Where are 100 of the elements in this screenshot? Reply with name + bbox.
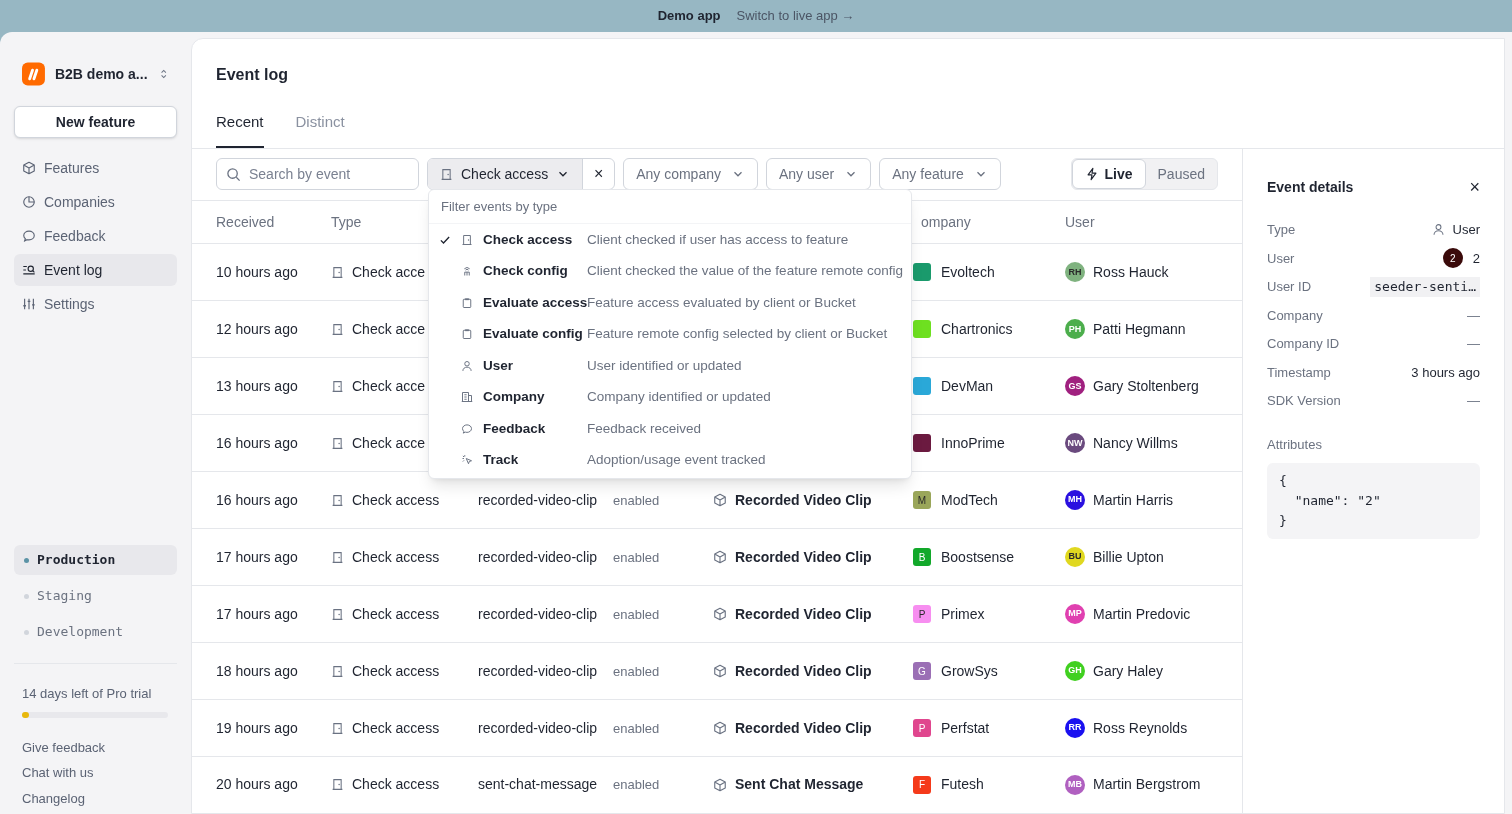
sidebar-link[interactable]: Chat with us bbox=[22, 763, 169, 783]
field-label: SDK Version bbox=[1267, 392, 1341, 410]
menu-item[interactable]: Feedback Feedback received bbox=[429, 413, 911, 445]
nav-item[interactable]: Event log bbox=[14, 254, 177, 286]
status-text: enabled bbox=[613, 492, 660, 508]
table-cell-text: Check access bbox=[352, 547, 440, 567]
menu-item[interactable]: Check access Client checked if user has access to feature bbox=[429, 224, 911, 256]
user-name: Ross Reynolds bbox=[1093, 718, 1188, 738]
cube-icon bbox=[713, 607, 727, 622]
company-name: Perfstat bbox=[941, 718, 990, 738]
door-icon bbox=[331, 379, 344, 393]
field-value: — bbox=[1467, 392, 1480, 410]
environment-item[interactable]: Production bbox=[14, 545, 177, 575]
cube-icon bbox=[713, 493, 727, 508]
cube-icon bbox=[713, 777, 727, 792]
menu-item[interactable]: Evaluate config Feature remote config selected by client or Bucket bbox=[429, 318, 911, 350]
feature-key: recorded-video-clip bbox=[478, 605, 598, 622]
door-icon bbox=[331, 721, 344, 735]
table-cell-text: 17 hours ago bbox=[216, 604, 299, 624]
environment-item[interactable]: Staging bbox=[14, 581, 177, 611]
menu-item-label: Feedback bbox=[483, 419, 547, 438]
tab[interactable]: Recent bbox=[216, 111, 264, 148]
bubble-icon bbox=[22, 229, 36, 243]
close-button[interactable]: × bbox=[1469, 178, 1480, 196]
menu-item-label: Company bbox=[483, 388, 546, 407]
clipboard-icon bbox=[461, 328, 473, 341]
nav-item[interactable]: Companies bbox=[14, 186, 177, 218]
feature-key: recorded-video-clip bbox=[478, 719, 598, 736]
sliders-icon bbox=[22, 297, 36, 311]
door-icon bbox=[331, 436, 344, 450]
user-avatar: RR bbox=[1065, 718, 1085, 738]
status-text: enabled bbox=[613, 720, 660, 736]
field-label: Company bbox=[1267, 306, 1323, 325]
field-value: 2 bbox=[1472, 249, 1480, 268]
door-icon bbox=[331, 550, 344, 564]
table-cell-text: 13 hours ago bbox=[216, 376, 299, 396]
menu-item[interactable]: Check config Client checked the value of the feature remote config bbox=[429, 255, 911, 287]
company-name: GrowSys bbox=[941, 661, 998, 681]
nav-item[interactable]: Settings bbox=[14, 288, 177, 320]
sidebar-link[interactable]: Give feedback bbox=[22, 737, 169, 757]
column-header: Type bbox=[331, 212, 363, 232]
sidebar-link[interactable]: Changelog bbox=[22, 788, 169, 808]
field-label: User bbox=[1267, 249, 1295, 268]
user-avatar: GH bbox=[1065, 661, 1085, 682]
type-filter-dropdown[interactable]: Check access bbox=[428, 159, 583, 190]
new-feature-button[interactable]: New feature bbox=[14, 106, 177, 138]
company-name: Boostsense bbox=[941, 547, 1015, 567]
log-icon bbox=[22, 263, 36, 277]
user-name: Martin Harris bbox=[1093, 490, 1174, 510]
cube-icon bbox=[22, 161, 36, 175]
user-avatar: MP bbox=[1065, 604, 1085, 625]
user-avatar: MH bbox=[1065, 490, 1085, 511]
user-avatar: 2 bbox=[1442, 248, 1463, 269]
table-cell-text: Check access bbox=[352, 604, 440, 624]
company-name: Primex bbox=[941, 604, 985, 624]
company-badge: P bbox=[913, 605, 931, 624]
door-icon bbox=[331, 322, 344, 336]
status-text: enabled bbox=[613, 663, 660, 679]
pie-icon bbox=[22, 195, 36, 209]
user-avatar: NW bbox=[1065, 433, 1085, 454]
menu-item[interactable]: Company Company identified or updated bbox=[429, 381, 911, 413]
table-cell-text: 18 hours ago bbox=[216, 661, 299, 681]
user-avatar: GS bbox=[1065, 376, 1085, 397]
company-name: Futesh bbox=[941, 775, 984, 795]
field-label: Company ID bbox=[1267, 335, 1340, 353]
user-name: Gary Haley bbox=[1093, 661, 1164, 681]
user-name: Nancy Willms bbox=[1093, 433, 1178, 453]
door-icon bbox=[331, 607, 344, 621]
company-badge: M bbox=[913, 491, 931, 510]
feature-key: recorded-video-clip bbox=[478, 548, 598, 565]
table-cell-text: 16 hours ago bbox=[216, 490, 299, 510]
company-name: ModTech bbox=[941, 490, 998, 510]
menu-item-description: Feature remote config selected by client or Bucket bbox=[587, 325, 888, 344]
live-app-link[interactable]: Switch to live app → bbox=[736, 6, 855, 26]
table-cell-text: Check access bbox=[352, 661, 440, 681]
mode-toggle[interactable]: Paused bbox=[1145, 159, 1217, 190]
app-name[interactable]: B2B demo a... bbox=[54, 63, 148, 85]
menu-item[interactable]: Track Adoption/usage event tracked bbox=[429, 444, 911, 476]
environment-item[interactable]: Development bbox=[14, 617, 177, 647]
menu-item-description: Adoption/usage event tracked bbox=[587, 451, 766, 470]
field-value: seeder-senti… bbox=[1370, 277, 1480, 297]
menu-item-label: Evaluate config bbox=[483, 325, 584, 344]
menu-item[interactable]: Evaluate accessFeature access evaluated by client or Bucket bbox=[429, 287, 911, 319]
user-name: Gary Stoltenberg bbox=[1093, 376, 1199, 396]
feature-name: Recorded Video Clip bbox=[735, 718, 872, 738]
status-text: enabled bbox=[613, 606, 660, 622]
company-name: Chartronics bbox=[941, 319, 1013, 339]
table-cell-text: 12 hours ago bbox=[216, 319, 299, 339]
menu-item[interactable]: User User identified or updated bbox=[429, 350, 911, 382]
menu-item-description: Feedback received bbox=[587, 419, 702, 438]
nav-item[interactable]: Features bbox=[14, 152, 177, 184]
menu-item-description: Feature access evaluated by client or Bucket bbox=[587, 293, 856, 312]
company-badge: B bbox=[913, 548, 931, 567]
search-field[interactable]: Search by event bbox=[216, 158, 419, 191]
nav-item[interactable]: Feedback bbox=[14, 220, 177, 252]
user-name: Patti Hegmann bbox=[1093, 319, 1186, 339]
menu-item-label: Check access bbox=[483, 230, 574, 249]
column-header: User bbox=[1065, 212, 1096, 232]
field-label: User ID bbox=[1267, 278, 1312, 296]
mode-toggle[interactable]: Live bbox=[1071, 159, 1146, 190]
